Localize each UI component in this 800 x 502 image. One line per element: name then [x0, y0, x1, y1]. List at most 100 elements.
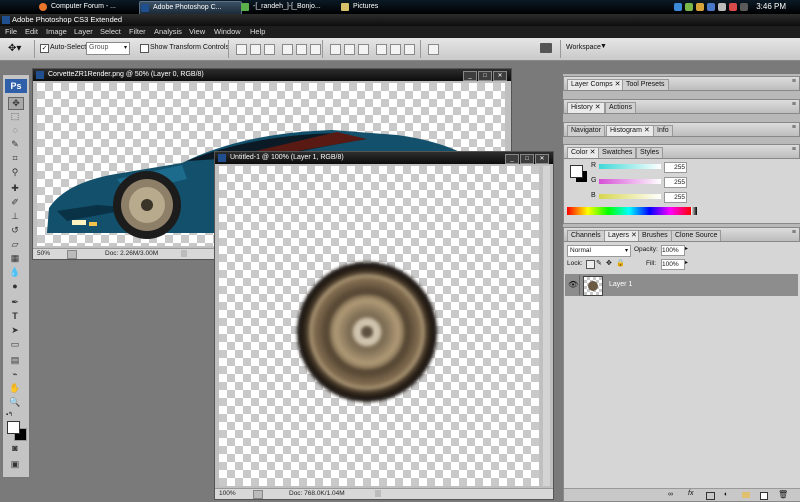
- distribute-left-icon[interactable]: [376, 44, 387, 55]
- close-button[interactable]: ✕: [535, 154, 549, 164]
- marquee-tool-icon[interactable]: ⬚: [8, 111, 22, 122]
- screen-mode-icon[interactable]: ▣: [8, 459, 22, 470]
- maximize-button[interactable]: □: [478, 71, 492, 81]
- tab-layer-comps[interactable]: Layer Comps ✕: [567, 79, 625, 90]
- align-hcenter-icon[interactable]: [296, 44, 307, 55]
- close-button[interactable]: ✕: [493, 71, 507, 81]
- bridge-icon[interactable]: [540, 43, 552, 53]
- taskbar-task-computer-forum[interactable]: Computer Forum - ...: [38, 1, 143, 13]
- status-menu-icon[interactable]: [253, 490, 263, 499]
- chevron-down-icon[interactable]: ▼: [600, 43, 607, 50]
- link-layers-icon[interactable]: ∞: [668, 491, 673, 498]
- taskbar-task-randeh[interactable]: -[_randeh_]-[_Bonjo...: [240, 1, 345, 13]
- menu-select[interactable]: Select: [100, 27, 121, 37]
- color-spectrum-bar[interactable]: [567, 207, 691, 215]
- tab-swatches[interactable]: Swatches: [598, 147, 637, 158]
- align-left-icon[interactable]: [282, 44, 293, 55]
- lock-position-icon[interactable]: ✥: [606, 259, 612, 267]
- align-vcenter-icon[interactable]: [250, 44, 261, 55]
- panel-menu-icon[interactable]: ≡: [792, 229, 796, 236]
- pen-tool-icon[interactable]: ✒: [8, 297, 22, 308]
- quick-mask-icon[interactable]: ◙: [8, 443, 22, 454]
- volume-icon[interactable]: [718, 3, 726, 11]
- tab-history[interactable]: History ✕: [567, 102, 605, 113]
- distribute-bottom-icon[interactable]: [358, 44, 369, 55]
- taskbar-task-pictures[interactable]: Pictures: [340, 1, 423, 13]
- eye-visibility-icon[interactable]: 👁: [568, 280, 578, 289]
- distribute-hcenter-icon[interactable]: [390, 44, 401, 55]
- layer-row[interactable]: 👁 Layer 1: [565, 274, 798, 296]
- workspace-label[interactable]: Workspace: [566, 44, 601, 51]
- tab-navigator[interactable]: Navigator: [567, 125, 605, 136]
- blur-tool-icon[interactable]: 💧: [8, 267, 22, 278]
- default-colors-icon[interactable]: ▪↰: [6, 411, 13, 418]
- history-brush-tool-icon[interactable]: ↺: [8, 225, 22, 236]
- tray-app-icon[interactable]: [685, 3, 693, 11]
- panel-menu-icon[interactable]: ≡: [792, 146, 796, 153]
- tab-tool-presets[interactable]: Tool Presets: [622, 79, 669, 90]
- channel-g-value[interactable]: 255: [664, 177, 687, 188]
- menu-window[interactable]: Window: [214, 27, 241, 37]
- blend-mode-dropdown[interactable]: Normal ▾: [567, 245, 631, 257]
- distribute-vcenter-icon[interactable]: [344, 44, 355, 55]
- tab-styles[interactable]: Styles: [636, 147, 664, 158]
- dodge-tool-icon[interactable]: ●: [8, 281, 22, 292]
- menu-filter[interactable]: Filter: [129, 27, 146, 37]
- layer-style-icon[interactable]: fx: [688, 490, 693, 497]
- network-icon[interactable]: [674, 3, 682, 11]
- lock-all-icon[interactable]: 🔒: [616, 259, 625, 267]
- quick-selection-tool-icon[interactable]: ✎: [8, 139, 22, 150]
- layer-name[interactable]: Layer 1: [609, 281, 632, 288]
- zoom-level[interactable]: 100%: [219, 489, 236, 499]
- type-tool-icon[interactable]: T: [8, 311, 22, 322]
- auto-align-layers-icon[interactable]: [428, 44, 439, 55]
- document-title-bar[interactable]: CorvetteZR1Render.png @ 50% (Layer 0, RG…: [33, 69, 511, 81]
- crop-tool-icon[interactable]: ⌗: [8, 153, 22, 164]
- document-canvas[interactable]: [219, 166, 539, 486]
- layer-thumbnail[interactable]: [583, 276, 603, 296]
- channel-b-slider[interactable]: [599, 194, 661, 199]
- distribute-right-icon[interactable]: [404, 44, 415, 55]
- clone-stamp-tool-icon[interactable]: ⊥: [8, 211, 22, 222]
- healing-brush-tool-icon[interactable]: ✚: [8, 183, 22, 194]
- maximize-button[interactable]: □: [520, 154, 534, 164]
- scroll-right-icon[interactable]: [181, 250, 187, 257]
- tray-app-icon[interactable]: [707, 3, 715, 11]
- auto-select-dropdown[interactable]: Group ▾: [86, 42, 130, 55]
- menu-layer[interactable]: Layer: [74, 27, 93, 37]
- align-bottom-icon[interactable]: [264, 44, 275, 55]
- tab-channels[interactable]: Channels: [567, 230, 605, 241]
- black-white-ramp[interactable]: [691, 207, 697, 215]
- auto-select-checkbox[interactable]: ✓: [40, 44, 49, 53]
- hand-tool-icon[interactable]: ✋: [8, 383, 22, 394]
- chevron-right-icon[interactable]: ▸: [685, 245, 688, 252]
- menu-help[interactable]: Help: [250, 27, 265, 37]
- photoshop-logo[interactable]: Ps: [5, 79, 27, 93]
- adjustment-layer-icon[interactable]: ◐: [724, 491, 728, 498]
- align-top-icon[interactable]: [236, 44, 247, 55]
- foreground-color-swatch[interactable]: [7, 421, 20, 434]
- document-title-bar[interactable]: Untitled-1 @ 100% (Layer 1, RGB/8) _ □ ✕: [215, 152, 553, 164]
- scroll-right-icon[interactable]: [375, 490, 381, 497]
- channel-r-slider[interactable]: [599, 164, 661, 169]
- tab-brushes[interactable]: Brushes: [638, 230, 672, 241]
- move-tool-preset-icon[interactable]: ✥▾: [8, 43, 21, 54]
- brush-tool-icon[interactable]: ✐: [8, 197, 22, 208]
- minimize-button[interactable]: _: [463, 71, 477, 81]
- eyedropper-tool-icon[interactable]: ⚲: [8, 167, 22, 178]
- tray-app-icon[interactable]: [729, 3, 737, 11]
- path-selection-tool-icon[interactable]: ➤: [8, 325, 22, 336]
- tab-clone-source[interactable]: Clone Source: [671, 230, 722, 241]
- tab-histogram[interactable]: Histogram ✕: [606, 125, 654, 136]
- foreground-color-swatch[interactable]: [570, 165, 583, 178]
- lasso-tool-icon[interactable]: ◌: [8, 125, 22, 136]
- channel-g-slider[interactable]: [599, 179, 661, 184]
- menu-image[interactable]: Image: [46, 27, 67, 37]
- panel-menu-icon[interactable]: ≡: [792, 124, 796, 131]
- vertical-scrollbar[interactable]: [543, 166, 550, 486]
- shape-tool-icon[interactable]: ▭: [8, 339, 22, 350]
- gradient-tool-icon[interactable]: ▦: [8, 253, 22, 264]
- panel-menu-icon[interactable]: ≡: [792, 101, 796, 108]
- notes-tool-icon[interactable]: ▤: [8, 355, 22, 366]
- lock-transparency-icon[interactable]: [586, 260, 595, 269]
